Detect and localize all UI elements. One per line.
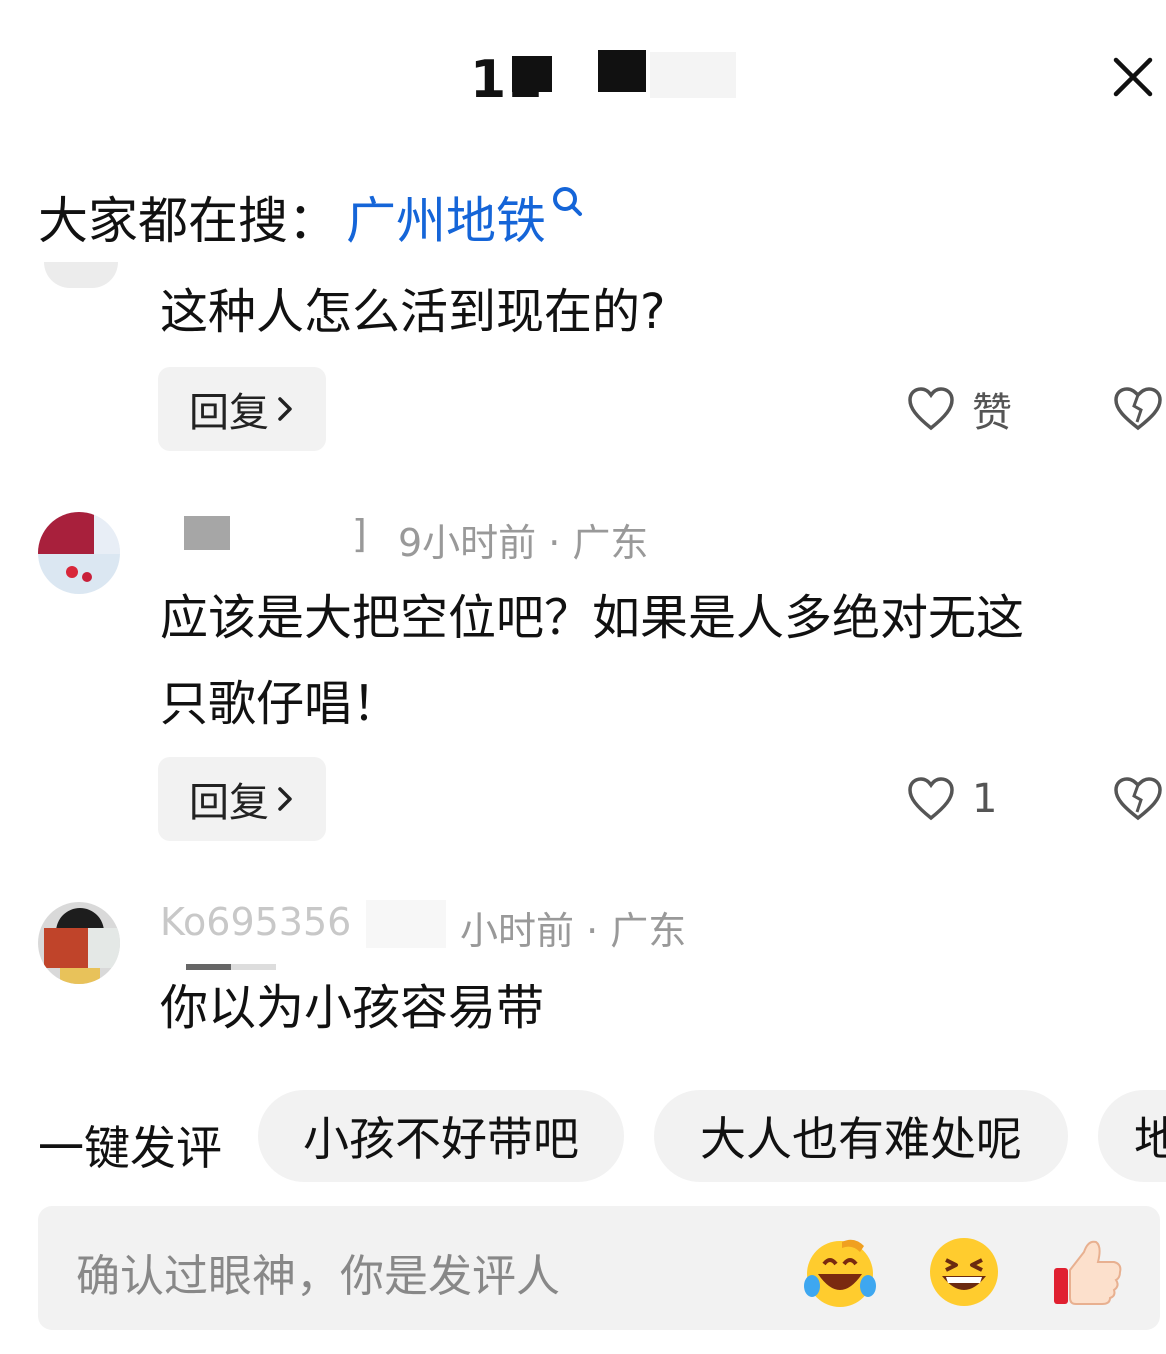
hot-search-bar: 大家都在搜： 广州地铁	[38, 182, 584, 252]
redaction-block	[512, 56, 552, 92]
laughing-crying-emoji-icon[interactable]	[802, 1234, 878, 1310]
reply-button[interactable]: 回复	[158, 367, 326, 451]
comment-input-placeholder: 确认过眼神，你是发评人	[76, 1251, 560, 1302]
comment-username-suffix: ]	[352, 512, 367, 556]
hot-search-term[interactable]: 广州地铁	[346, 181, 546, 253]
avatar[interactable]	[44, 262, 118, 288]
comment-meta: 9小时前 · 广东	[398, 521, 649, 565]
broken-heart-icon	[1114, 387, 1162, 431]
like-label: 赞	[972, 390, 1012, 436]
reply-button[interactable]: 回复	[158, 757, 326, 841]
like-button[interactable]: 1	[906, 769, 997, 829]
dislike-button[interactable]	[1110, 382, 1166, 438]
header: 11	[0, 0, 1166, 150]
quick-comment-label: 一键发评	[38, 1121, 222, 1175]
comment-text: 这种人怎么活到现在的?	[160, 284, 666, 340]
close-button[interactable]	[1106, 50, 1160, 104]
reply-label: 回复	[189, 390, 269, 436]
heart-icon	[908, 777, 954, 821]
hot-search-label: 大家都在搜：	[38, 192, 338, 250]
avatar[interactable]	[38, 902, 120, 984]
redaction-block	[650, 52, 736, 98]
reply-label: 回复	[189, 780, 269, 826]
thumbs-up-icon[interactable]	[1050, 1234, 1126, 1310]
like-count: 1	[972, 776, 998, 822]
quick-comment-chip[interactable]: 大人也有难处呢	[654, 1090, 1068, 1182]
quick-comment-row: 一键发评 小孩不好带吧 大人也有难处呢 地	[0, 1090, 1166, 1184]
close-icon	[1113, 57, 1153, 97]
comment-meta: 小时前 · 广东	[460, 909, 687, 953]
grinning-emoji-icon[interactable]	[926, 1234, 1002, 1310]
like-button[interactable]: 赞	[906, 379, 1012, 439]
comment-text-line: 应该是大把空位吧？如果是人多绝对无这	[160, 590, 1025, 646]
comment-text-line: 只歌仔唱！	[160, 676, 401, 732]
comment-username: Ko695356	[160, 900, 352, 944]
quick-comment-chip[interactable]: 地	[1098, 1090, 1166, 1182]
dislike-button[interactable]	[1110, 772, 1166, 828]
comment-text: 你以为小孩容易带	[160, 980, 545, 1036]
redaction-block	[598, 50, 646, 92]
avatar[interactable]	[38, 512, 120, 594]
comment-input[interactable]: 确认过眼神，你是发评人	[38, 1206, 1160, 1330]
search-icon[interactable]	[550, 184, 584, 224]
username-redacted	[184, 516, 230, 550]
broken-heart-icon	[1114, 777, 1162, 821]
quick-comment-chip[interactable]: 小孩不好带吧	[258, 1090, 624, 1182]
chevron-right-icon	[278, 397, 292, 421]
heart-icon	[908, 387, 954, 431]
username-redacted	[366, 900, 446, 948]
chevron-right-icon	[278, 787, 292, 811]
